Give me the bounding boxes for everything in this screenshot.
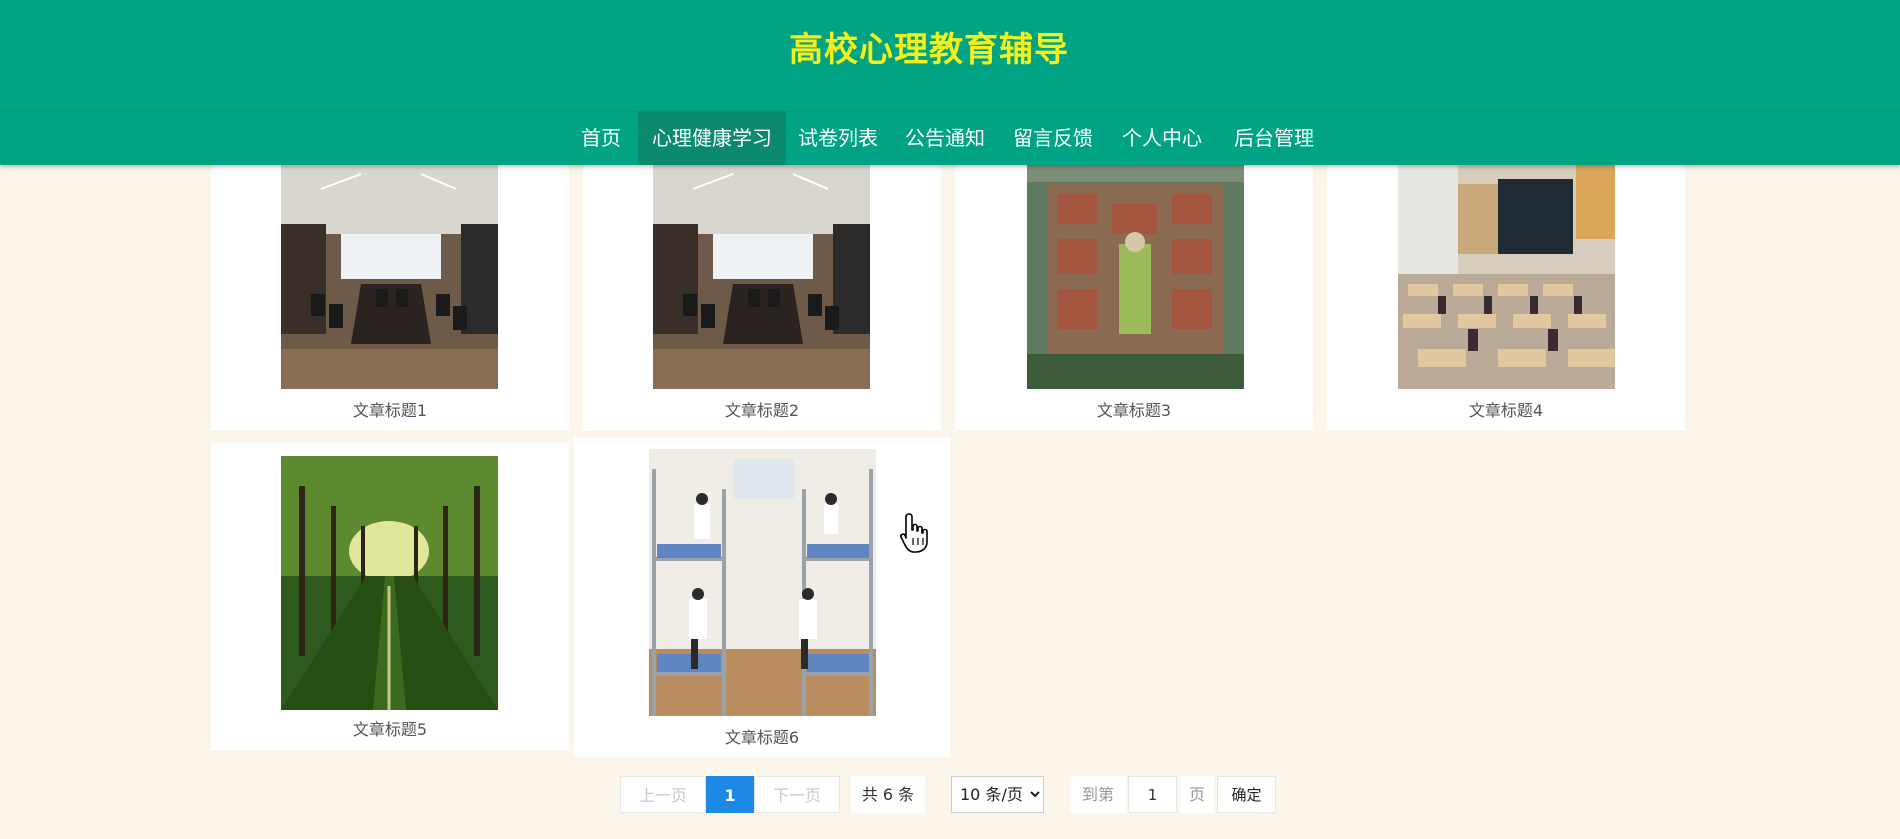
main-nav: 首页 心理健康学习 试卷列表 公告通知 留言反馈 个人中心 后台管理 — [0, 111, 1900, 165]
classroom-photo[interactable] — [1398, 164, 1615, 389]
nav-item-home[interactable]: 首页 — [568, 112, 634, 165]
dormitory-photo[interactable] — [649, 449, 876, 716]
confirm-goto-button[interactable]: 确定 — [1217, 776, 1276, 813]
nav-item-mental-health-study[interactable]: 心理健康学习 — [638, 112, 786, 165]
goto-label: 到第 — [1070, 776, 1126, 813]
total-count: 共 6 条 — [851, 776, 925, 813]
article-card[interactable]: 文章标题6 — [574, 437, 950, 757]
nav-item-admin[interactable]: 后台管理 — [1224, 112, 1324, 165]
next-page-button[interactable]: 下一页 — [754, 776, 840, 813]
nav-item-exam-list[interactable]: 试卷列表 — [790, 112, 886, 165]
article-title[interactable]: 文章标题3 — [955, 397, 1313, 421]
article-card[interactable]: 文章标题3 — [955, 150, 1313, 430]
campus-aerial-photo[interactable] — [1027, 164, 1244, 389]
page-size-select[interactable]: 10 条/页 — [951, 776, 1044, 813]
conference-room-photo[interactable] — [653, 164, 870, 389]
site-title: 高校心理教育辅导 — [789, 30, 1069, 70]
article-card[interactable]: 文章标题5 — [211, 443, 569, 750]
article-title[interactable]: 文章标题6 — [574, 724, 950, 748]
conference-room-photo[interactable] — [281, 164, 498, 389]
nav-item-notices[interactable]: 公告通知 — [897, 112, 993, 165]
article-card[interactable]: 文章标题4 — [1327, 150, 1685, 430]
prev-page-button[interactable]: 上一页 — [620, 776, 706, 813]
article-title[interactable]: 文章标题5 — [211, 716, 569, 740]
article-title[interactable]: 文章标题1 — [211, 397, 569, 421]
page-number-current[interactable]: 1 — [706, 776, 754, 813]
tree-lined-road-photo[interactable] — [281, 456, 498, 710]
page-unit-label: 页 — [1180, 776, 1214, 813]
article-title[interactable]: 文章标题4 — [1327, 397, 1685, 421]
article-card[interactable]: 文章标题1 — [211, 150, 569, 430]
nav-item-feedback[interactable]: 留言反馈 — [1005, 112, 1101, 165]
nav-item-personal-center[interactable]: 个人中心 — [1114, 112, 1210, 165]
goto-page-input[interactable] — [1128, 776, 1177, 813]
article-card[interactable]: 文章标题2 — [583, 150, 941, 430]
site-header: 高校心理教育辅导 — [0, 0, 1900, 111]
article-title[interactable]: 文章标题2 — [583, 397, 941, 421]
hand-cursor-icon — [900, 513, 928, 553]
